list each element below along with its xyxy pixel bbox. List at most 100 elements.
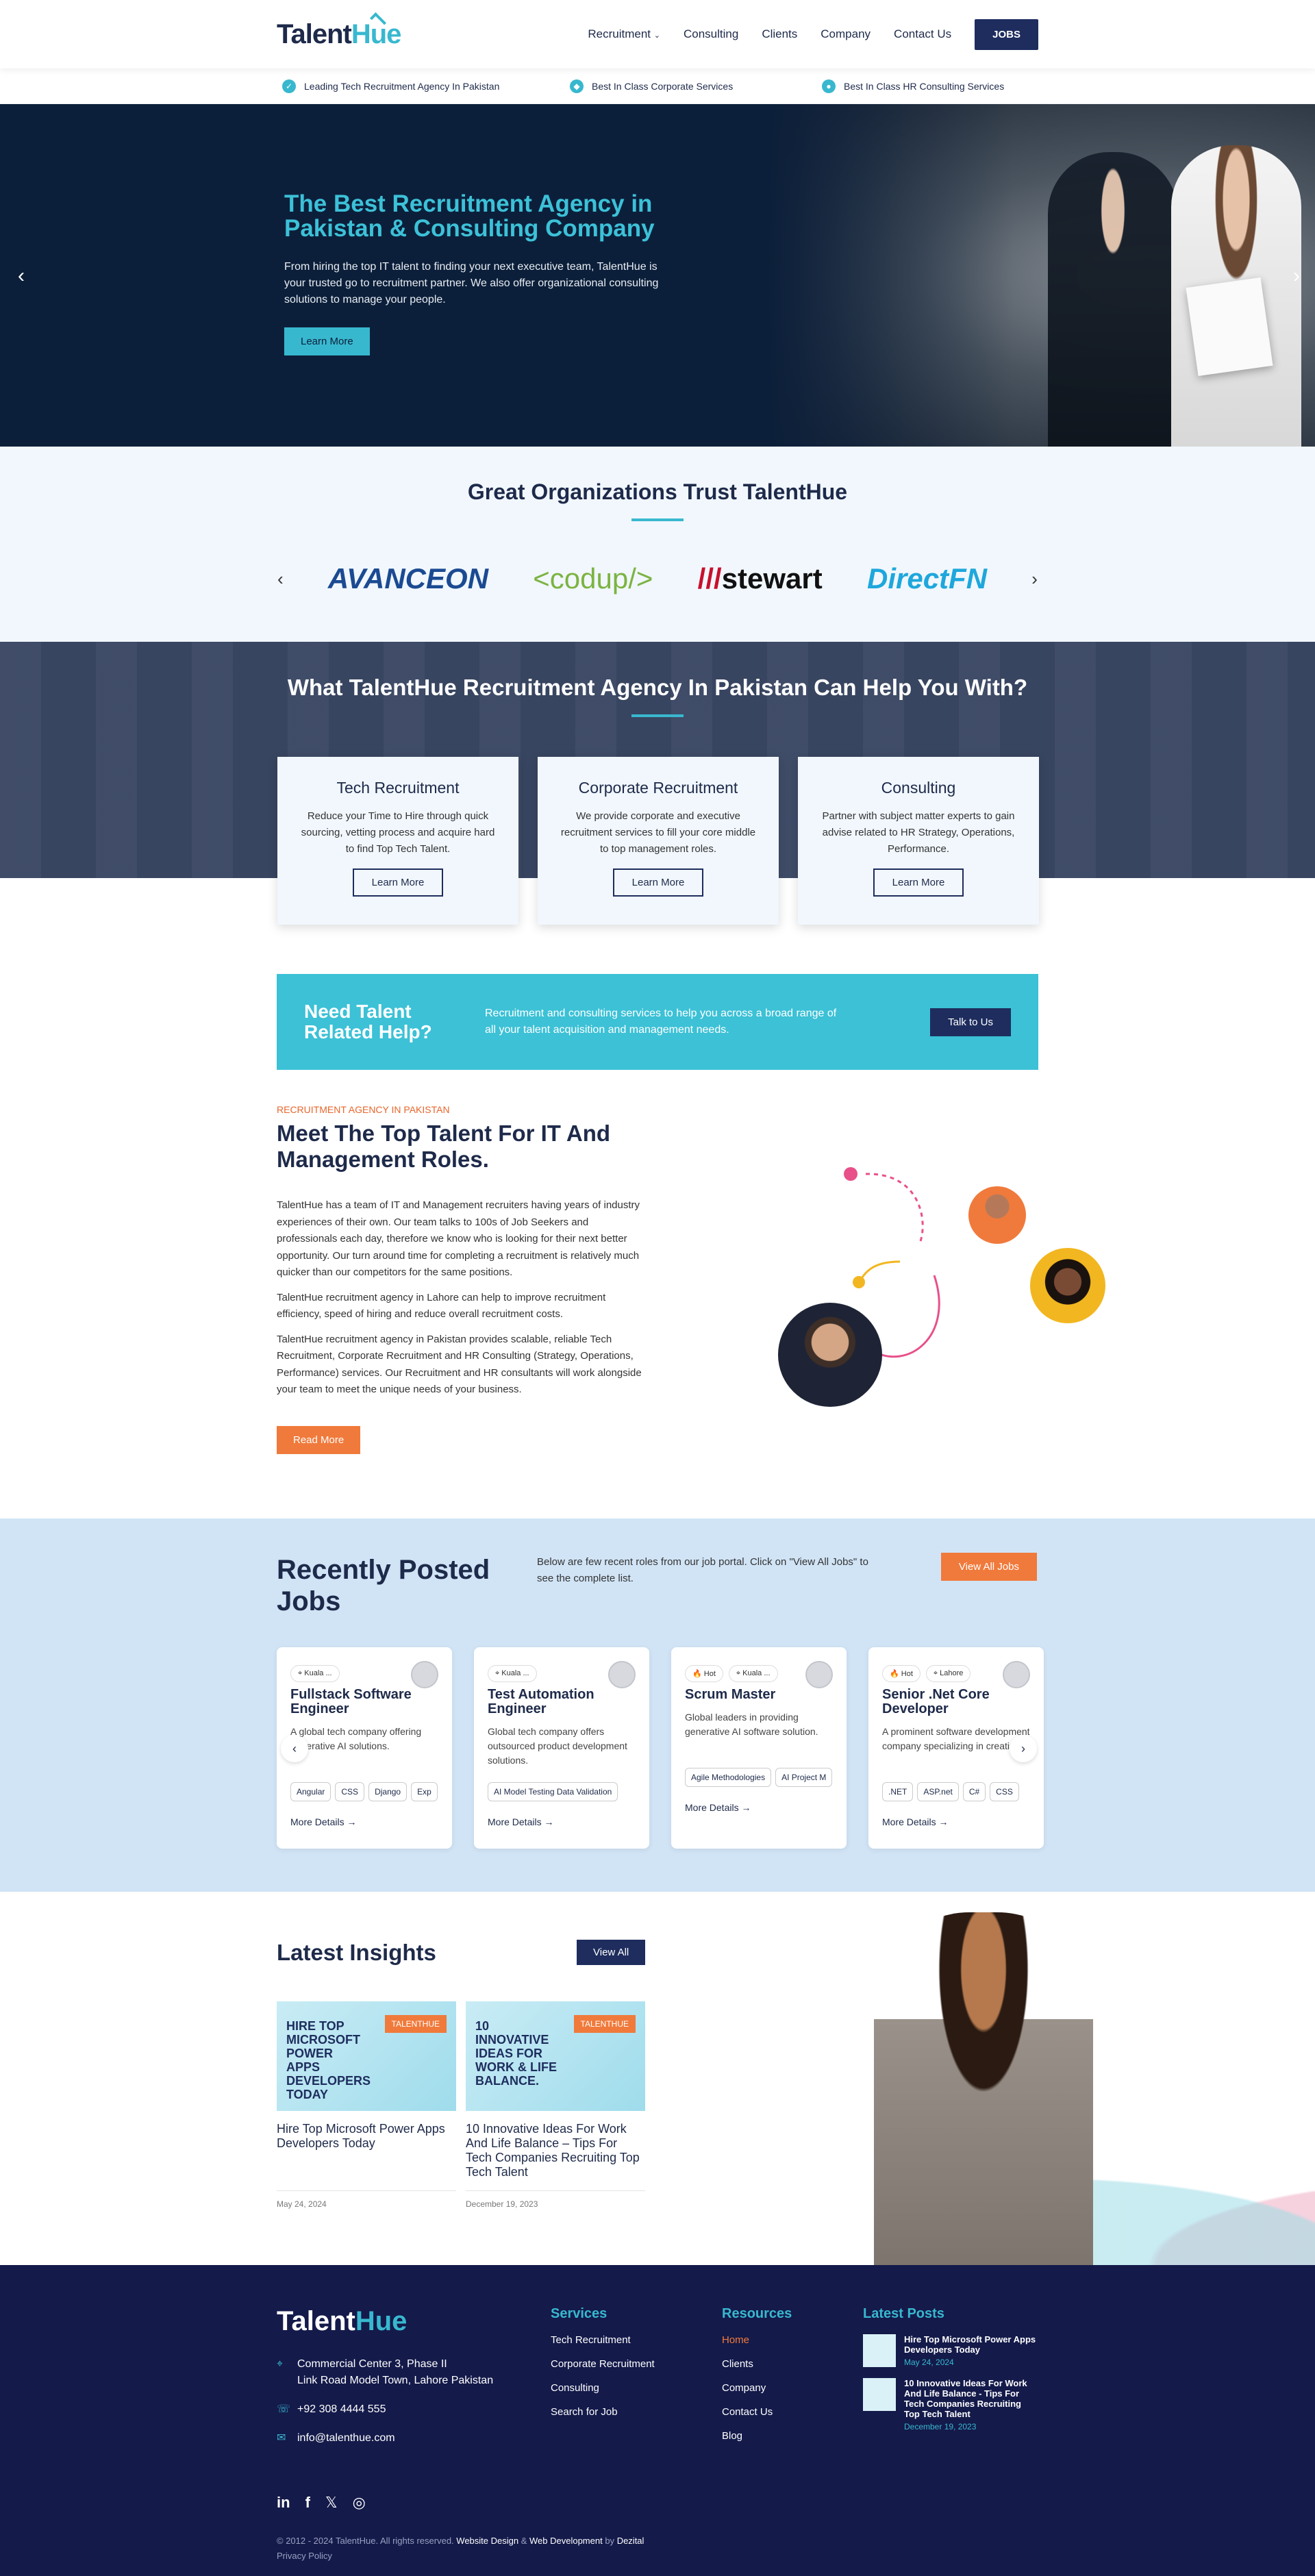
chevron-right-icon[interactable]: › — [1031, 568, 1038, 590]
job-description: A global tech company offering generativ… — [290, 1726, 422, 1751]
hero-slider: ‹ › The Best Recruitment Agency in Pakis… — [0, 104, 1315, 447]
view-all-button[interactable]: View All — [577, 1940, 646, 1965]
website-design-link[interactable]: Website Design — [456, 2536, 518, 2546]
footer-link[interactable]: Home — [722, 2334, 792, 2346]
location-tag: ⌖ Kuala ... — [488, 1665, 537, 1682]
web-development-link[interactable]: Web Development — [529, 2536, 603, 2546]
jobs-section: Recently Posted Jobs Below are few recen… — [0, 1518, 1315, 1892]
chevron-left-icon[interactable]: ‹ — [281, 1735, 308, 1762]
services-section: What TalentHue Recruitment Agency In Pak… — [0, 642, 1315, 925]
client-logo-avanceon: AVANCEON — [327, 562, 489, 595]
logo[interactable]: TalentHue — [277, 12, 401, 50]
post-title[interactable]: Hire Top Microsoft Power Apps Developers… — [277, 2122, 456, 2179]
talk-to-us-button[interactable]: Talk to Us — [930, 1008, 1011, 1036]
about-section: RECRUITMENT AGENCY IN PAKISTAN Meet The … — [277, 1104, 1105, 1518]
about-paragraph: TalentHue recruitment agency in Pakistan… — [277, 1333, 642, 1396]
social-links: in f 𝕏 ◎ — [277, 2494, 366, 2512]
hot-tag: 🔥 Hot — [685, 1665, 723, 1682]
phone-link[interactable]: +92 308 4444 555 — [297, 2401, 386, 2418]
footer-link[interactable]: Tech Recruitment — [551, 2334, 655, 2346]
insights-section: Latest Insights View All TALENTHUE HIRE T… — [0, 1892, 1315, 2265]
main-nav: Recruitment ⌄ Consulting Clients Company… — [588, 18, 1038, 50]
instagram-icon[interactable]: ◎ — [353, 2494, 366, 2512]
x-icon[interactable]: 𝕏 — [325, 2494, 338, 2512]
footer-link[interactable]: Corporate Recruitment — [551, 2358, 655, 2370]
email-link[interactable]: info@talenthue.com — [297, 2430, 395, 2447]
footer-link[interactable]: Blog — [722, 2430, 792, 2442]
feature-item: ● Best In Class HR Consulting Services — [822, 79, 1004, 93]
copyright: © 2012 - 2024 TalentHue. All rights rese… — [277, 2536, 644, 2561]
learn-more-button[interactable]: Learn More — [612, 868, 704, 897]
more-details-link[interactable]: More Details → — [882, 1816, 1030, 1827]
location-tag: ⌖ Kuala ... — [290, 1665, 340, 1682]
feature-item: ◆ Best In Class Corporate Services — [570, 79, 733, 93]
company-avatar — [1003, 1661, 1030, 1688]
company-avatar — [805, 1661, 833, 1688]
trust-section: Great Organizations Trust TalentHue ‹ AV… — [0, 447, 1315, 642]
learn-more-button[interactable]: Learn More — [352, 868, 444, 897]
feature-item: ✓ Leading Tech Recruitment Agency In Paki… — [282, 79, 499, 93]
dezital-link[interactable]: Dezital — [617, 2536, 644, 2546]
divider — [631, 714, 684, 717]
trust-title: Great Organizations Trust TalentHue — [467, 479, 848, 504]
chevron-right-icon[interactable]: › — [1293, 264, 1300, 288]
client-logo-stewart: ///stewart — [697, 562, 823, 595]
nav-recruitment[interactable]: Recruitment ⌄ — [588, 27, 660, 41]
avatar — [778, 1303, 882, 1407]
jobs-button[interactable]: JOBS — [975, 18, 1038, 50]
check-icon: ✓ — [282, 79, 296, 93]
footer-link[interactable]: Contact Us — [722, 2406, 792, 2418]
more-details-link[interactable]: More Details → — [290, 1816, 438, 1827]
skill-tag: C# — [962, 1782, 986, 1801]
service-card: Tech Recruitment Reduce your Time to Hire… — [277, 757, 518, 925]
chevron-left-icon[interactable]: ‹ — [18, 264, 25, 288]
read-more-button[interactable]: Read More — [277, 1425, 361, 1454]
address: Commercial Center 3, Phase II Link Road M… — [297, 2358, 494, 2386]
nav-contact[interactable]: Contact Us — [894, 27, 951, 41]
blog-post[interactable]: TALENTHUE 10 INNOVATIVE IDEAS FOR WORK & … — [466, 2001, 645, 2209]
chevron-left-icon[interactable]: ‹ — [277, 568, 284, 590]
footer-heading: Services — [551, 2306, 608, 2321]
card-title: Corporate Recruitment — [578, 779, 738, 797]
nav-company[interactable]: Company — [821, 27, 871, 41]
post-date: May 24, 2024 — [277, 2190, 456, 2209]
nav-consulting[interactable]: Consulting — [684, 27, 738, 41]
cta-title: Need Talent Related Help? — [304, 1001, 432, 1042]
linkedin-icon[interactable]: in — [277, 2494, 290, 2512]
view-all-jobs-button[interactable]: View All Jobs — [940, 1553, 1037, 1581]
jobs-title: Recently Posted Jobs — [277, 1555, 490, 1616]
card-text: We provide corporate and executive recru… — [560, 810, 756, 855]
blog-post[interactable]: TALENTHUE HIRE TOP MICROSOFT POWER APPS D… — [277, 2001, 456, 2209]
job-card[interactable]: ⌖ Kuala ... Test Automation Engineer Glo… — [474, 1647, 649, 1849]
more-details-link[interactable]: More Details → — [685, 1802, 833, 1813]
job-title: Test Automation Engineer — [488, 1687, 594, 1716]
feature-bar: ✓ Leading Tech Recruitment Agency In Paki… — [0, 68, 1315, 104]
service-card: Corporate Recruitment We provide corporat… — [538, 757, 779, 925]
insights-title: Latest Insights — [277, 1940, 436, 1965]
footer-link[interactable]: Consulting — [551, 2382, 655, 2394]
cta-banner: Need Talent Related Help? Recruitment an… — [277, 974, 1038, 1070]
footer-post[interactable]: 10 Innovative Ideas For Work And Life Ba… — [863, 2378, 1038, 2431]
footer-post[interactable]: Hire Top Microsoft Power Apps Developers… — [863, 2334, 1038, 2367]
hero-learn-more-button[interactable]: Learn More — [284, 327, 370, 355]
privacy-policy-link[interactable]: Privacy Policy — [277, 2551, 332, 2561]
chevron-right-icon[interactable]: › — [1010, 1735, 1037, 1762]
nav-clients[interactable]: Clients — [762, 27, 797, 41]
footer-link[interactable]: Search for Job — [551, 2406, 655, 2418]
learn-more-button[interactable]: Learn More — [873, 868, 964, 897]
post-thumbnail — [863, 2378, 896, 2411]
hero-person-image — [874, 1912, 1093, 2265]
logo-text: Talent — [277, 18, 352, 49]
hero-title: The Best Recruitment Agency in Pakistan … — [284, 190, 655, 242]
site-header: TalentHue Recruitment ⌄ Consulting Clien… — [0, 0, 1315, 68]
divider — [631, 518, 684, 521]
job-card[interactable]: 🔥 Hot ⌖ Kuala ... Scrum Master Global lea… — [671, 1647, 847, 1849]
footer-link[interactable]: Company — [722, 2382, 792, 2394]
post-title[interactable]: 10 Innovative Ideas For Work And Life Ba… — [466, 2122, 645, 2179]
footer-heading: Resources — [722, 2306, 792, 2321]
footer-logo[interactable]: TalentHue — [277, 2306, 493, 2337]
more-details-link[interactable]: More Details → — [488, 1816, 636, 1827]
facebook-icon[interactable]: f — [305, 2494, 310, 2512]
section-kicker: RECRUITMENT AGENCY IN PAKISTAN — [277, 1104, 450, 1115]
footer-link[interactable]: Clients — [722, 2358, 792, 2370]
